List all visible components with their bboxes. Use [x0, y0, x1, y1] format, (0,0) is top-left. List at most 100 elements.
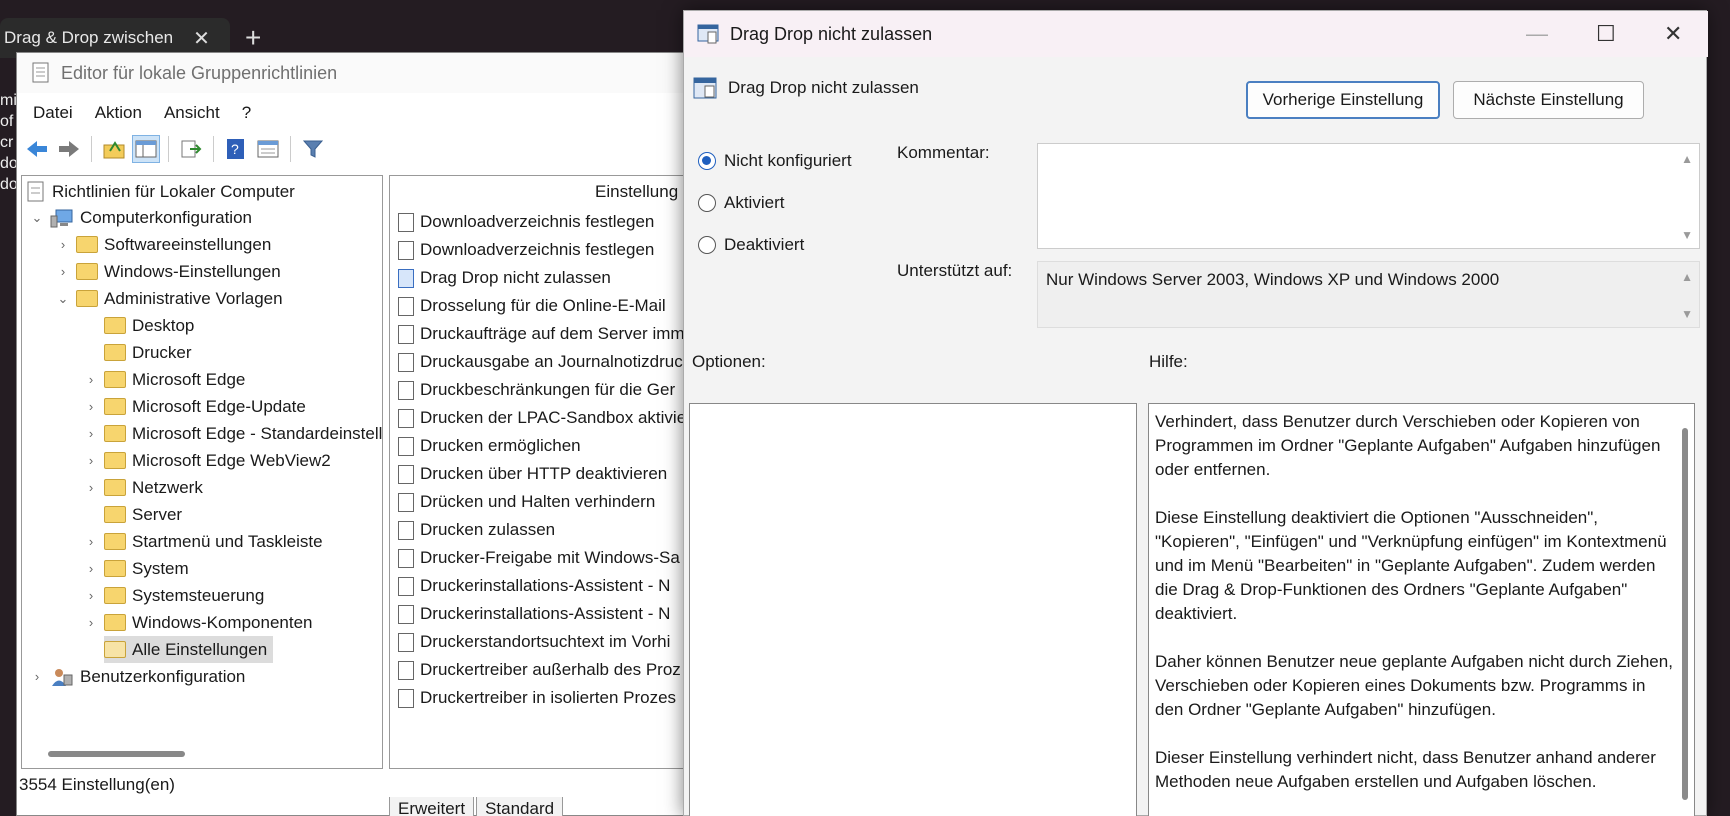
scroll-down-icon[interactable]: ▼	[1681, 307, 1693, 321]
radio-unselected-icon	[698, 194, 716, 212]
tree-node-network[interactable]: › Netzwerk	[84, 474, 203, 501]
chevron-right-icon[interactable]: ›	[84, 588, 98, 603]
list-item[interactable]: Drucken über HTTP deaktivieren	[398, 460, 667, 488]
list-item[interactable]: Druckerinstallations-Assistent - N	[398, 572, 670, 600]
tree-node-system[interactable]: › System	[84, 555, 189, 582]
list-item[interactable]: Drucken ermöglichen	[398, 432, 581, 460]
chevron-right-icon[interactable]: ›	[84, 561, 98, 576]
options-label: Optionen:	[692, 352, 766, 371]
list-item[interactable]: Drosselung für die Online-E-Mail	[398, 292, 666, 320]
chevron-right-icon[interactable]: ›	[84, 372, 98, 387]
tab-extended[interactable]: Erweitert	[389, 797, 475, 816]
scroll-up-icon[interactable]: ▲	[1681, 270, 1693, 284]
comment-textarea[interactable]: ▲ ▼	[1037, 143, 1700, 249]
dialog-title: Drag Drop nicht zulassen	[730, 23, 933, 44]
chevron-right-icon[interactable]: ›	[56, 237, 70, 252]
radio-enabled[interactable]: Aktiviert	[698, 193, 784, 213]
chevron-right-icon[interactable]: ›	[84, 534, 98, 549]
tree-node-microsoft-edge-defaults[interactable]: › Microsoft Edge - Standardeinstellungen	[84, 420, 382, 447]
user-icon	[52, 668, 73, 686]
list-item[interactable]: Druckaufträge auf dem Server imm	[398, 320, 685, 348]
properties-view-icon[interactable]	[254, 135, 282, 163]
list-item[interactable]: Drücken und Halten verhindern	[398, 488, 655, 516]
tree-horizontal-scrollbar[interactable]	[48, 751, 185, 757]
tree-node-microsoft-edge-webview2[interactable]: › Microsoft Edge WebView2	[84, 447, 331, 474]
help-icon[interactable]: ?	[222, 135, 250, 163]
list-item-label: Druckerinstallations-Assistent - N	[420, 576, 671, 595]
tree-node-user-configuration[interactable]: › Benutzerkonfiguration	[30, 663, 245, 690]
chevron-down-icon[interactable]: ⌄	[56, 291, 70, 307]
chevron-right-icon[interactable]: ›	[84, 453, 98, 468]
previous-setting-button[interactable]: Vorherige Einstellung	[1246, 81, 1440, 119]
list-item[interactable]: Drucker-Freigabe mit Windows-Sa	[398, 544, 680, 572]
list-item-selected[interactable]: Drag Drop nicht zulassen	[398, 264, 611, 292]
tree-label: Windows-Komponenten	[132, 612, 313, 632]
tree-node-administrative-templates[interactable]: ⌄ Administrative Vorlagen	[56, 285, 283, 312]
list-item-label: Downloadverzeichnis festlegen	[420, 240, 655, 259]
tree-label: System	[132, 558, 189, 578]
next-setting-button[interactable]: Nächste Einstellung	[1453, 81, 1644, 119]
list-item[interactable]: Druckerinstallations-Assistent - N	[398, 600, 670, 628]
column-header-setting[interactable]: Einstellung	[595, 182, 678, 202]
tree-node-server[interactable]: Server	[84, 501, 182, 528]
tree-node-windows-settings[interactable]: › Windows-Einstellungen	[56, 258, 281, 285]
tab-standard[interactable]: Standard	[476, 797, 564, 816]
list-item[interactable]: Druckerstandortsuchtext im Vorhi	[398, 628, 670, 656]
close-icon[interactable]: ✕	[193, 26, 210, 51]
new-tab-icon[interactable]: +	[245, 24, 261, 52]
list-item[interactable]: Drucken zulassen	[398, 516, 555, 544]
tree-node-desktop[interactable]: Desktop	[84, 312, 194, 339]
list-item[interactable]: Druckausgabe an Journalnotizdruc	[398, 348, 683, 376]
list-item-label: Drucken über HTTP deaktivieren	[420, 464, 668, 483]
chevron-right-icon[interactable]: ›	[56, 264, 70, 279]
minimize-icon[interactable]: —	[1526, 21, 1548, 47]
radio-disabled[interactable]: Deaktiviert	[698, 235, 804, 255]
tree-node-computer-configuration[interactable]: ⌄ Computerkonfiguration	[30, 204, 252, 231]
list-item[interactable]: Druckertreiber außerhalb des Proz	[398, 656, 681, 684]
tree-node-control-panel[interactable]: › Systemsteuerung	[84, 582, 264, 609]
menu-help[interactable]: ?	[242, 103, 251, 123]
chevron-right-icon[interactable]: ›	[30, 669, 44, 684]
up-folder-icon[interactable]	[100, 135, 128, 163]
scroll-down-icon[interactable]: ▼	[1681, 228, 1693, 242]
help-vertical-scrollbar[interactable]	[1682, 428, 1688, 800]
close-icon[interactable]: ✕	[1664, 21, 1682, 47]
chevron-right-icon[interactable]: ›	[84, 480, 98, 495]
chevron-down-icon[interactable]: ⌄	[30, 210, 44, 226]
tree-node-start-menu[interactable]: › Startmenü und Taskleiste	[84, 528, 323, 555]
list-item[interactable]: Druckbeschränkungen für die Ger	[398, 376, 675, 404]
chevron-right-icon[interactable]: ›	[84, 426, 98, 441]
dialog-titlebar: Drag Drop nicht zulassen — ☐ ✕	[684, 11, 1708, 57]
list-item-label: Druckertreiber außerhalb des Proz	[420, 660, 681, 679]
forward-arrow-icon[interactable]	[55, 135, 83, 163]
folder-icon	[104, 344, 126, 361]
folder-icon	[104, 425, 126, 442]
export-list-icon[interactable]	[177, 135, 205, 163]
maximize-icon[interactable]: ☐	[1596, 21, 1616, 47]
back-arrow-icon[interactable]	[23, 135, 51, 163]
chevron-right-icon[interactable]: ›	[84, 399, 98, 414]
list-item[interactable]: Drucken der LPAC-Sandbox aktivie	[398, 404, 686, 432]
chevron-right-icon[interactable]: ›	[84, 615, 98, 630]
menu-file[interactable]: Datei	[33, 103, 73, 123]
tree-node-all-settings[interactable]: Alle Einstellungen	[104, 636, 274, 663]
list-item[interactable]: Downloadverzeichnis festlegen	[398, 208, 654, 236]
tree-node-software-settings[interactable]: › Softwareeinstellungen	[56, 231, 271, 258]
tree-node-root[interactable]: Richtlinien für Lokaler Computer	[26, 178, 295, 205]
menu-view[interactable]: Ansicht	[164, 103, 220, 123]
show-hide-tree-icon[interactable]	[132, 135, 160, 163]
radio-unselected-icon	[698, 236, 716, 254]
menu-action[interactable]: Aktion	[95, 103, 142, 123]
svg-text:?: ?	[231, 141, 239, 157]
tree-node-printers[interactable]: Drucker	[84, 339, 192, 366]
list-item[interactable]: Downloadverzeichnis festlegen	[398, 236, 654, 264]
tree-node-microsoft-edge[interactable]: › Microsoft Edge	[84, 366, 246, 393]
tree-node-windows-components[interactable]: › Windows-Komponenten	[84, 609, 313, 636]
scroll-up-icon[interactable]: ▲	[1681, 152, 1693, 166]
policy-icon	[398, 492, 414, 512]
tree-label: Administrative Vorlagen	[104, 288, 283, 308]
tree-node-microsoft-edge-update[interactable]: › Microsoft Edge-Update	[84, 393, 306, 420]
filter-icon[interactable]	[299, 135, 327, 163]
radio-not-configured[interactable]: Nicht konfiguriert	[698, 151, 852, 171]
list-item[interactable]: Druckertreiber in isolierten Prozes	[398, 684, 676, 712]
